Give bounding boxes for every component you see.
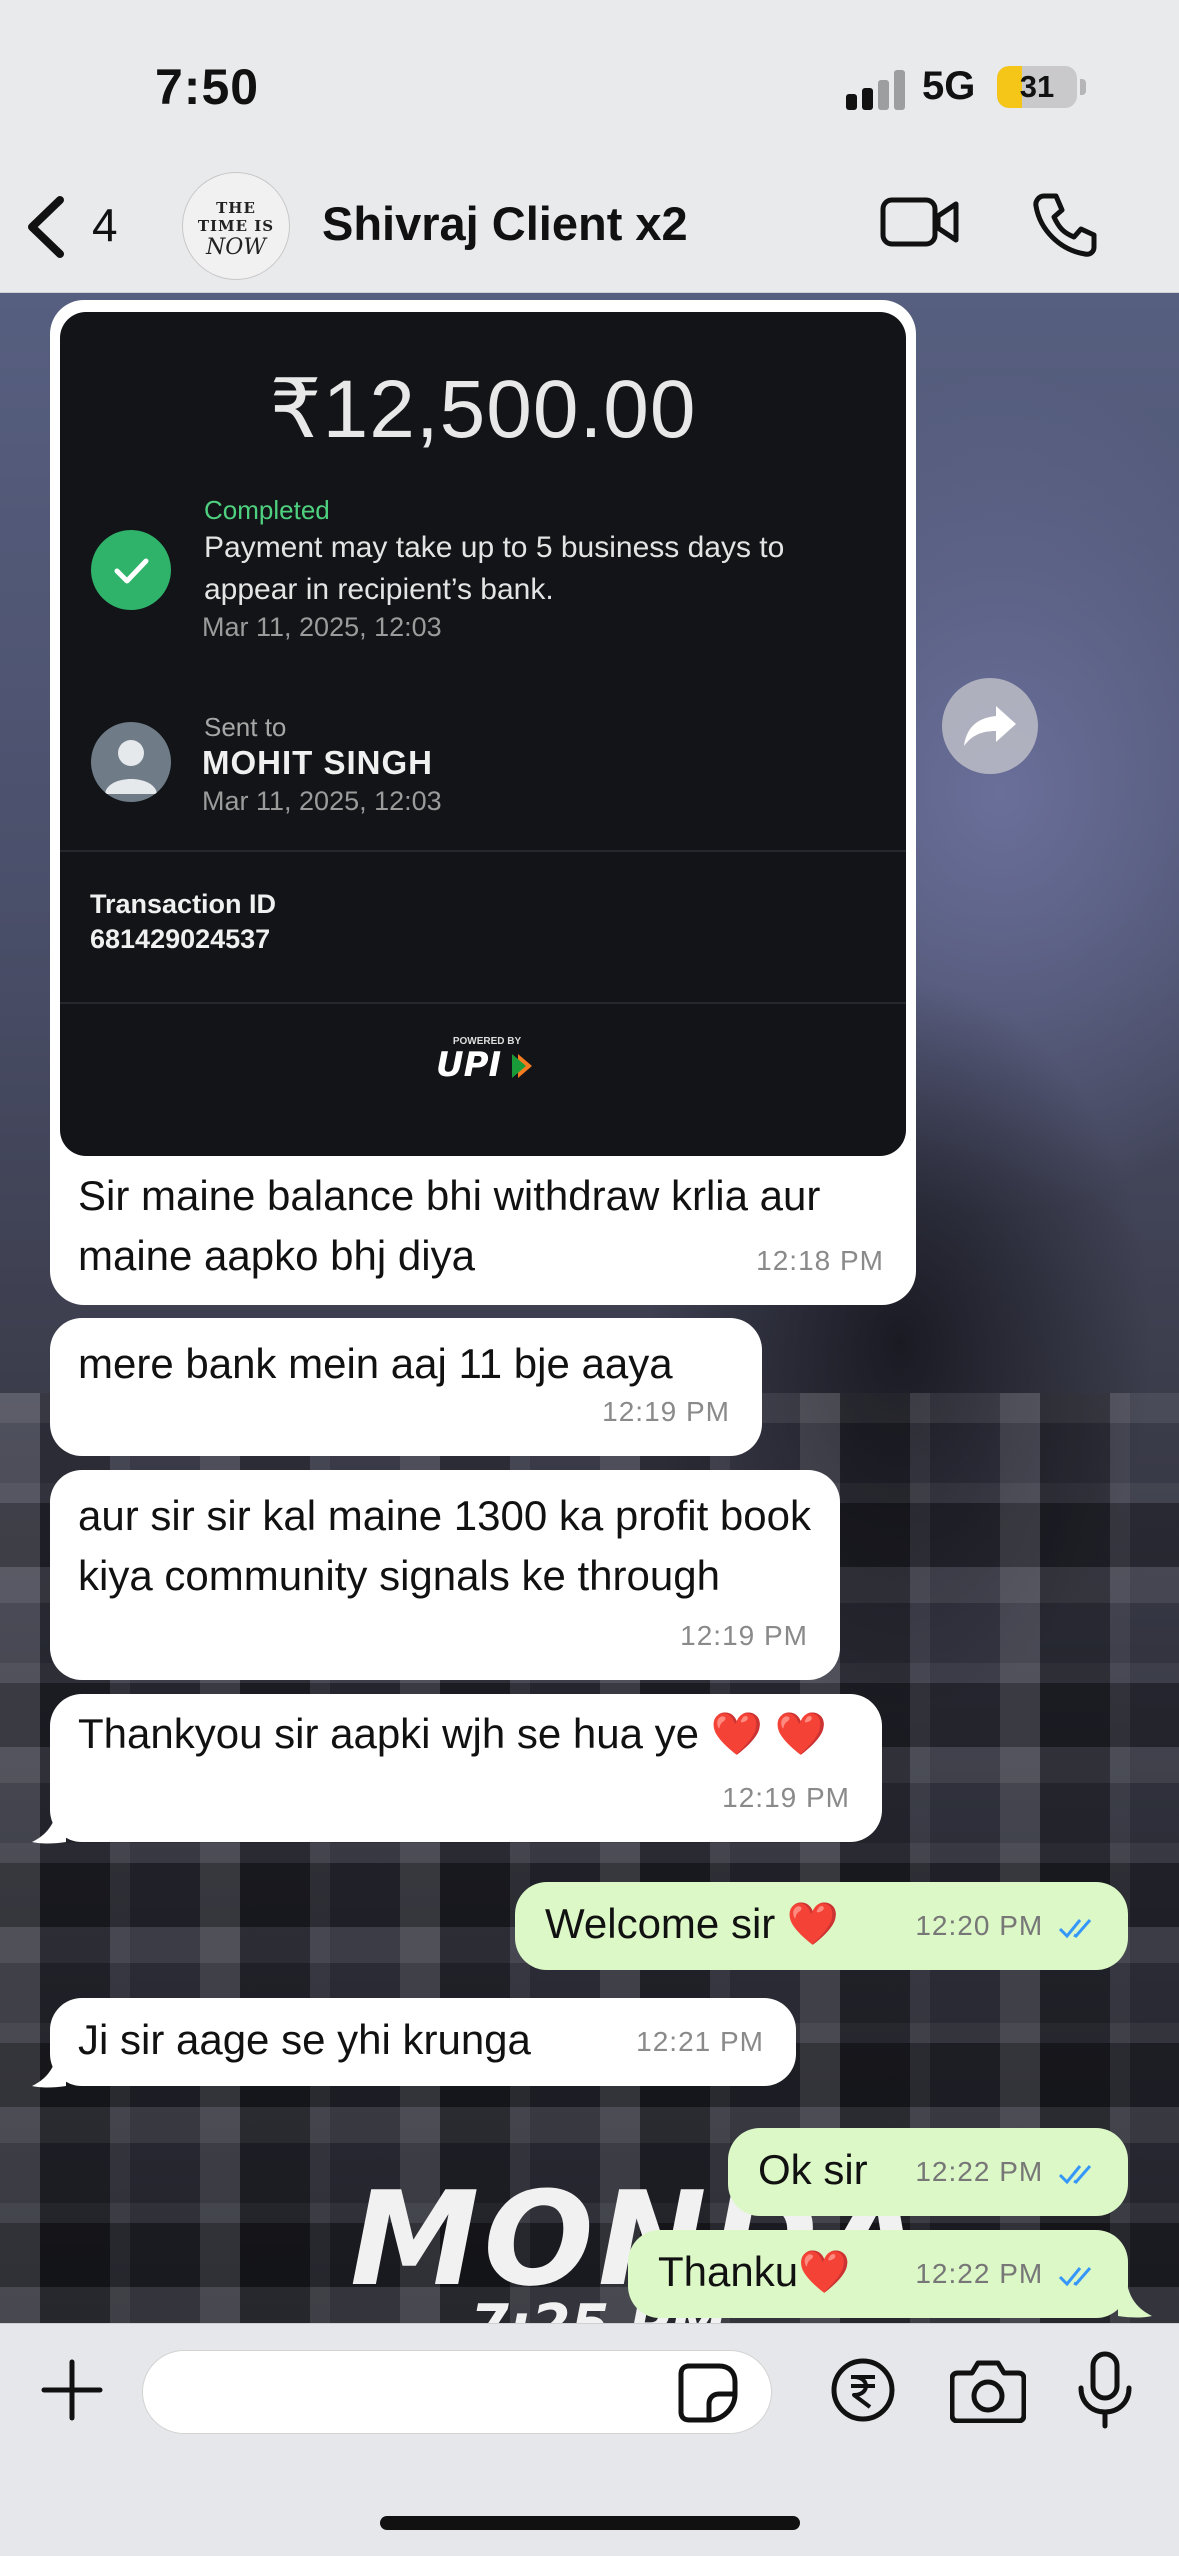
message-time-read: 12:22 PM — [915, 2142, 1100, 2202]
avatar-line-1: THE — [216, 199, 256, 217]
message-time-read: 12:22 PM — [915, 2244, 1100, 2304]
sent-date: Mar 11, 2025, 12:03 — [202, 786, 442, 816]
contact-avatar[interactable]: THE TIME IS NOW — [182, 172, 290, 280]
battery-tip — [1080, 79, 1086, 95]
message-time: 12:20 PM — [915, 1910, 1044, 1941]
message-time: 12:18 PM — [756, 1245, 884, 1276]
payment-status: Completed — [204, 495, 330, 525]
message-bubble[interactable]: Welcome sir ❤️ 12:20 PM — [515, 1882, 1128, 1970]
back-chevron-icon[interactable] — [22, 192, 72, 262]
message-bubble[interactable]: Sir maine balance bhi withdraw krlia aur… — [50, 1140, 916, 1305]
upi-logo: POWERED BY UPI — [436, 1036, 532, 1085]
message-bubble[interactable]: Thanku❤️ 12:22 PM — [628, 2230, 1128, 2318]
transaction-id-label: Transaction ID — [90, 889, 277, 919]
sticker-icon[interactable] — [677, 2362, 739, 2424]
avatar-line-2: TIME IS — [197, 217, 275, 235]
forward-button[interactable] — [942, 678, 1038, 774]
home-indicator[interactable] — [380, 2516, 800, 2530]
message-bubble[interactable]: aur sir sir kal maine 1300 ka profit boo… — [50, 1470, 840, 1680]
bubble-tail — [32, 2058, 66, 2088]
bubble-tail — [32, 1814, 66, 1844]
video-call-icon[interactable] — [880, 192, 960, 252]
message-text: Thankyou sir aapki wjh se hua ye ❤️ ❤️ — [78, 1710, 827, 1757]
transaction-id: 681429024537 — [90, 924, 271, 954]
message-bubble[interactable]: Ji sir aage se yhi krunga 12:21 PM — [50, 1998, 796, 2086]
upi-text: UPI — [436, 1045, 501, 1085]
read-receipt-icon — [1058, 2164, 1092, 2184]
status-time: 7:50 — [155, 59, 260, 115]
message-time: 12:21 PM — [636, 2026, 764, 2057]
message-bubble[interactable]: mere bank mein aaj 11 bje aaya 12:19 PM — [50, 1318, 762, 1456]
battery-icon: 31 — [997, 66, 1077, 108]
message-text: Ji sir aage se yhi krunga — [78, 2016, 531, 2063]
payment-note: Payment may take up to 5 business days t… — [204, 531, 785, 606]
divider — [60, 850, 906, 852]
person-icon — [91, 722, 171, 802]
signal-icon — [846, 70, 906, 110]
check-icon — [91, 530, 171, 610]
message-bubble[interactable]: Ok sir 12:22 PM — [728, 2128, 1128, 2216]
read-receipt-icon — [1058, 1918, 1092, 1938]
camera-icon[interactable] — [950, 2357, 1026, 2423]
message-time: 12:19 PM — [680, 1620, 808, 1651]
sent-to-label: Sent to — [204, 712, 287, 742]
read-receipt-icon — [1058, 2266, 1092, 2286]
phone-call-icon[interactable] — [1030, 190, 1100, 260]
message-bubble[interactable]: Thankyou sir aapki wjh se hua ye ❤️ ❤️ 1… — [50, 1694, 882, 1842]
message-time: 12:22 PM — [915, 2156, 1044, 2187]
payment-receipt-image[interactable]: ₹12,500.00 Completed Payment may take up… — [60, 312, 906, 1156]
bubble-tail — [1118, 2288, 1152, 2318]
message-time: 12:19 PM — [602, 1396, 730, 1427]
payment-date: Mar 11, 2025, 12:03 — [202, 612, 442, 642]
avatar-line-3: NOW — [206, 235, 266, 260]
battery-percent: 31 — [1019, 69, 1055, 104]
divider — [60, 1002, 906, 1004]
forward-icon — [964, 706, 1016, 746]
recipient-name: MOHIT SINGH — [202, 744, 433, 781]
message-text: Welcome sir ❤️ — [545, 1900, 840, 1947]
message-text: aur sir sir kal maine 1300 ka profit boo… — [78, 1492, 812, 1599]
plus-icon[interactable] — [40, 2358, 104, 2422]
message-text: Thanku❤️ — [658, 2248, 851, 2295]
microphone-icon[interactable] — [1075, 2350, 1135, 2430]
payment-amount: ₹12,500.00 — [269, 364, 697, 455]
chat-title[interactable]: Shivraj Client x2 — [322, 196, 688, 251]
back-unread-count[interactable]: 4 — [92, 198, 118, 252]
message-time-read: 12:20 PM — [915, 1896, 1100, 1956]
network-type: 5G — [922, 64, 976, 108]
message-text: Ok sir — [758, 2146, 868, 2193]
message-time: 12:19 PM — [722, 1782, 850, 1813]
rupee-payment-icon[interactable] — [830, 2357, 896, 2423]
message-time: 12:22 PM — [915, 2258, 1044, 2289]
